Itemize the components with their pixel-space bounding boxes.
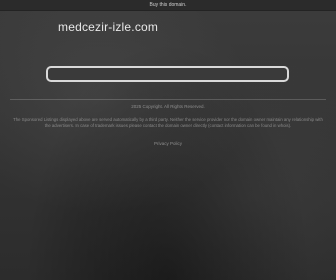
divider — [10, 99, 326, 100]
copyright-text: 2025 Copyright. All Rights Reserved. — [131, 104, 205, 109]
search-box — [46, 62, 289, 82]
search-input[interactable] — [46, 65, 289, 82]
disclaimer-text: The Sponsored Listings displayed above a… — [13, 117, 323, 128]
top-bar: Buy this domain. — [0, 0, 336, 11]
buy-domain-link[interactable]: Buy this domain. — [150, 0, 187, 10]
domain-title: medcezir-izle.com — [58, 20, 159, 34]
privacy-policy-link[interactable]: Privacy Policy — [0, 141, 336, 146]
